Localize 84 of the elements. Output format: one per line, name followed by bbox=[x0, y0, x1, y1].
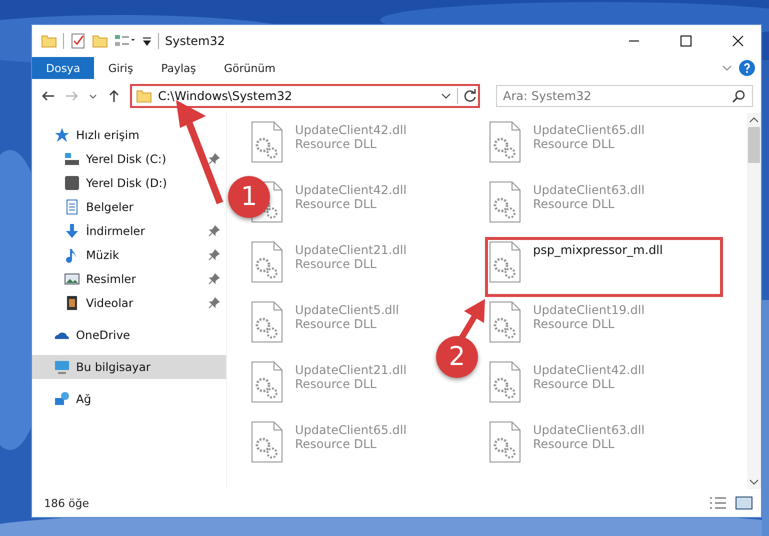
dll-file-icon[interactable] bbox=[251, 421, 283, 463]
dll-file-icon[interactable] bbox=[489, 181, 521, 223]
sidebar-item[interactable]: Ağ bbox=[32, 387, 226, 411]
scroll-up-icon[interactable] bbox=[749, 116, 759, 124]
file-name: UpdateClient42.dll bbox=[295, 183, 407, 197]
search-icon[interactable] bbox=[731, 88, 747, 104]
pc-icon bbox=[54, 359, 70, 375]
sidebar-item[interactable]: Müzik bbox=[32, 243, 226, 267]
dll-file-icon[interactable] bbox=[251, 241, 283, 283]
download-icon bbox=[64, 223, 80, 239]
file-name: UpdateClient19.dll bbox=[533, 303, 645, 317]
sidebar-item[interactable]: OneDrive bbox=[32, 323, 226, 347]
sidebar-item[interactable]: Belgeler bbox=[32, 195, 226, 219]
pin-icon[interactable] bbox=[208, 225, 220, 237]
sidebar-item[interactable]: Videolar bbox=[32, 291, 226, 315]
star-icon bbox=[54, 127, 70, 143]
details-view-icon[interactable] bbox=[709, 496, 727, 510]
ribbon-tab[interactable]: Paylaş bbox=[147, 57, 210, 79]
sidebar-item[interactable]: Yerel Disk (D:) bbox=[32, 171, 226, 195]
sysdrive-icon bbox=[64, 151, 80, 167]
ribbon-tab[interactable]: Dosya bbox=[32, 57, 94, 79]
dll-file-icon[interactable] bbox=[489, 421, 521, 463]
file-type: Resource DLL bbox=[533, 137, 616, 151]
dll-file-icon[interactable] bbox=[489, 121, 521, 163]
file-item[interactable]: psp_mixpressor_m.dll bbox=[485, 237, 723, 297]
dropdown-caret-icon[interactable] bbox=[441, 91, 451, 101]
close-icon[interactable] bbox=[732, 35, 744, 47]
pin-icon[interactable] bbox=[208, 153, 220, 165]
dll-file-icon[interactable] bbox=[489, 301, 521, 343]
pictures-icon bbox=[64, 271, 80, 287]
ribbon-tab[interactable]: Görünüm bbox=[210, 57, 290, 79]
sidebar-item[interactable]: Resimler bbox=[32, 267, 226, 291]
folder-icon bbox=[136, 88, 152, 104]
file-type: Resource DLL bbox=[295, 437, 378, 451]
file-name: UpdateClient21.dll bbox=[295, 363, 407, 377]
video-icon bbox=[64, 295, 80, 311]
file-type: Resource DLL bbox=[533, 317, 616, 331]
doc-icon bbox=[64, 199, 80, 215]
window-title: System32 bbox=[165, 34, 226, 48]
pin-icon[interactable] bbox=[208, 297, 220, 309]
properties-icon[interactable] bbox=[70, 33, 86, 49]
pin-icon[interactable] bbox=[208, 273, 220, 285]
search-field[interactable]: Ara: System32 bbox=[496, 85, 753, 107]
file-type: Resource DLL bbox=[533, 377, 616, 391]
scroll-down-icon[interactable] bbox=[749, 478, 759, 486]
sidebar-item[interactable]: Bu bilgisayar bbox=[32, 355, 226, 379]
file-name: UpdateClient5.dll bbox=[295, 303, 399, 317]
file-name: UpdateClient21.dll bbox=[295, 243, 407, 257]
address-path: C:\Windows\System32 bbox=[158, 89, 292, 103]
file-type: Resource DLL bbox=[295, 257, 378, 271]
sidebar-item[interactable]: İndirmeler bbox=[32, 219, 226, 243]
dll-file-icon[interactable] bbox=[489, 241, 521, 283]
file-type: Resource DLL bbox=[295, 137, 378, 151]
file-type: Resource DLL bbox=[295, 317, 378, 331]
scrollbar[interactable] bbox=[747, 113, 761, 489]
sidebar-item[interactable]: Hızlı erişim bbox=[32, 123, 226, 147]
file-name: UpdateClient42.dll bbox=[533, 363, 645, 377]
file-name: UpdateClient65.dll bbox=[295, 423, 407, 437]
address-bar[interactable]: C:\Windows\System32 bbox=[130, 84, 480, 108]
drive-icon bbox=[64, 175, 80, 191]
file-name: psp_mixpressor_m.dll bbox=[533, 243, 663, 257]
ribbon-tab[interactable]: Giriş bbox=[94, 57, 148, 79]
file-name: UpdateClient63.dll bbox=[533, 423, 645, 437]
file-type: Resource DLL bbox=[533, 197, 616, 211]
dll-file-icon[interactable] bbox=[489, 361, 521, 403]
refresh-icon[interactable] bbox=[457, 88, 478, 104]
pin-icon[interactable] bbox=[208, 249, 220, 261]
file-type: Resource DLL bbox=[295, 197, 378, 211]
file-type: Resource DLL bbox=[533, 437, 616, 451]
dll-file-icon[interactable] bbox=[251, 301, 283, 343]
file-type: Resource DLL bbox=[295, 377, 378, 391]
item-count: 186 öğe bbox=[44, 496, 89, 510]
help-icon[interactable] bbox=[739, 60, 755, 76]
sidebar-item[interactable]: Yerel Disk (C:) bbox=[32, 147, 226, 171]
dll-file-icon[interactable] bbox=[251, 361, 283, 403]
large-icons-view-icon[interactable] bbox=[735, 496, 753, 510]
maximize-icon[interactable] bbox=[680, 35, 692, 47]
file-name: UpdateClient42.dll bbox=[295, 123, 407, 137]
view-icon[interactable] bbox=[114, 33, 136, 49]
scroll-thumb[interactable] bbox=[748, 127, 760, 163]
file-name: UpdateClient65.dll bbox=[533, 123, 645, 137]
file-name: UpdateClient63.dll bbox=[533, 183, 645, 197]
network-icon bbox=[54, 391, 70, 407]
dll-file-icon[interactable] bbox=[251, 121, 283, 163]
